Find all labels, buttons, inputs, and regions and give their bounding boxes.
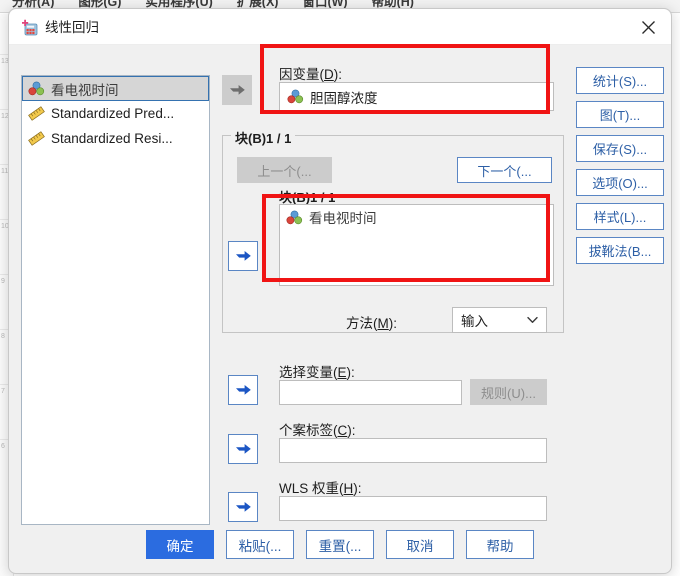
nominal-variable-icon <box>28 81 45 96</box>
move-to-independents-button[interactable] <box>228 241 258 271</box>
variable-label: Standardized Pred... <box>51 106 175 121</box>
wls-weight-label-text: WLS 权重( <box>279 481 344 496</box>
paste-button[interactable]: 粘贴(... <box>226 530 294 559</box>
variable-label: 看电视时间 <box>51 82 119 98</box>
dialog-title: 线性回归 <box>45 20 99 35</box>
dependent-variable-value: 胆固醇浓度 <box>310 90 378 106</box>
previous-block-button[interactable]: 上一个(... <box>237 157 332 183</box>
case-labels-field[interactable] <box>279 438 547 463</box>
method-label-text: 方法( <box>346 316 378 331</box>
row-number: 7 <box>1 388 5 395</box>
selection-variable-field[interactable] <box>279 380 462 405</box>
case-labels-label-text: 个案标签( <box>279 423 338 438</box>
method-label-mnemonic: M <box>377 316 389 331</box>
dependent-variable-label: 因变量(D): <box>279 63 342 83</box>
dependent-variable-field[interactable]: 胆固醇浓度 <box>279 82 554 111</box>
bootstrap-button[interactable]: 拔靴法(B... <box>576 237 664 264</box>
move-to-selection-variable-button[interactable] <box>228 375 258 405</box>
case-labels-label-mnemonic: C <box>337 423 348 438</box>
scale-variable-icon <box>28 106 45 121</box>
arrow-right-icon <box>229 84 245 95</box>
nominal-variable-icon <box>286 210 303 224</box>
style-button[interactable]: 样式(L)... <box>576 203 664 230</box>
selection-variable-label-tail: ): <box>346 365 355 380</box>
independent-variable-item[interactable]: 看电视时间 <box>280 205 553 229</box>
cancel-button[interactable]: 取消 <box>386 530 454 559</box>
selection-variable-label: 选择变量(E): <box>279 361 355 381</box>
options-button[interactable]: 选项(O)... <box>576 169 664 196</box>
move-to-dependent-button[interactable] <box>222 75 252 105</box>
row-number: 6 <box>1 443 5 450</box>
arrow-right-icon <box>235 384 251 395</box>
wls-weight-label-tail: ): <box>353 481 362 496</box>
row-number: 8 <box>1 333 5 340</box>
arrow-right-icon <box>235 443 251 454</box>
scale-variable-icon <box>28 131 45 146</box>
linear-regression-dialog: 线性回归 看电视时间 Standardized Pred... Standard… <box>8 8 672 574</box>
nominal-variable-icon <box>287 89 304 104</box>
independent-variables-list[interactable]: 看电视时间 <box>279 204 554 286</box>
help-button[interactable]: 帮助 <box>466 530 534 559</box>
dependent-label-text: 因变量( <box>279 67 324 82</box>
independent-variable-label: 看电视时间 <box>309 211 377 226</box>
method-label-tail: ): <box>388 316 397 331</box>
ok-button[interactable]: 确定 <box>146 530 214 559</box>
reset-button[interactable]: 重置(... <box>306 530 374 559</box>
method-dropdown[interactable]: 输入 <box>452 307 547 333</box>
variable-list-item[interactable]: Standardized Resi... <box>22 126 209 151</box>
close-icon <box>641 20 655 34</box>
dialog-action-bar: 确定 粘贴(... 重置(... 取消 帮助 <box>9 530 671 559</box>
arrow-right-icon <box>235 501 251 512</box>
case-labels-label: 个案标签(C): <box>279 419 356 439</box>
close-button[interactable] <box>625 9 671 45</box>
row-number: 9 <box>1 278 5 285</box>
wls-weight-field[interactable] <box>279 496 547 521</box>
arrow-right-icon <box>235 250 251 261</box>
source-variable-list[interactable]: 看电视时间 Standardized Pred... Standardized … <box>21 75 210 525</box>
side-button-panel: 统计(S)... 图(T)... 保存(S)... 选项(O)... 样式(L)… <box>576 67 664 271</box>
wls-weight-label: WLS 权重(H): <box>279 477 362 497</box>
selection-variable-label-mnemonic: E <box>337 365 347 380</box>
move-to-case-labels-button[interactable] <box>228 434 258 464</box>
dialog-title-bar: 线性回归 <box>9 9 671 45</box>
case-labels-label-tail: ): <box>347 423 356 438</box>
dependent-label-mnemonic: D <box>324 67 334 82</box>
rules-button[interactable]: 规则(U)... <box>470 379 547 405</box>
move-to-wls-weight-button[interactable] <box>228 492 258 522</box>
wls-weight-label-mnemonic: H <box>343 481 354 496</box>
save-button[interactable]: 保存(S)... <box>576 135 664 162</box>
method-selected-value: 输入 <box>461 314 488 329</box>
dependent-label-tail: ): <box>333 67 342 82</box>
block-group-title: 块(B)1 / 1 <box>231 128 296 147</box>
variable-list-item[interactable]: Standardized Pred... <box>22 101 209 126</box>
statistics-button[interactable]: 统计(S)... <box>576 67 664 94</box>
selection-variable-label-text: 选择变量( <box>279 365 338 380</box>
method-label: 方法(M): <box>346 312 397 332</box>
plots-button[interactable]: 图(T)... <box>576 101 664 128</box>
spss-linear-regression-icon <box>22 19 38 36</box>
next-block-button[interactable]: 下一个(... <box>457 157 552 183</box>
variable-label: Standardized Resi... <box>51 131 173 146</box>
chevron-down-icon <box>527 316 538 323</box>
variable-list-item[interactable]: 看电视时间 <box>22 76 209 101</box>
